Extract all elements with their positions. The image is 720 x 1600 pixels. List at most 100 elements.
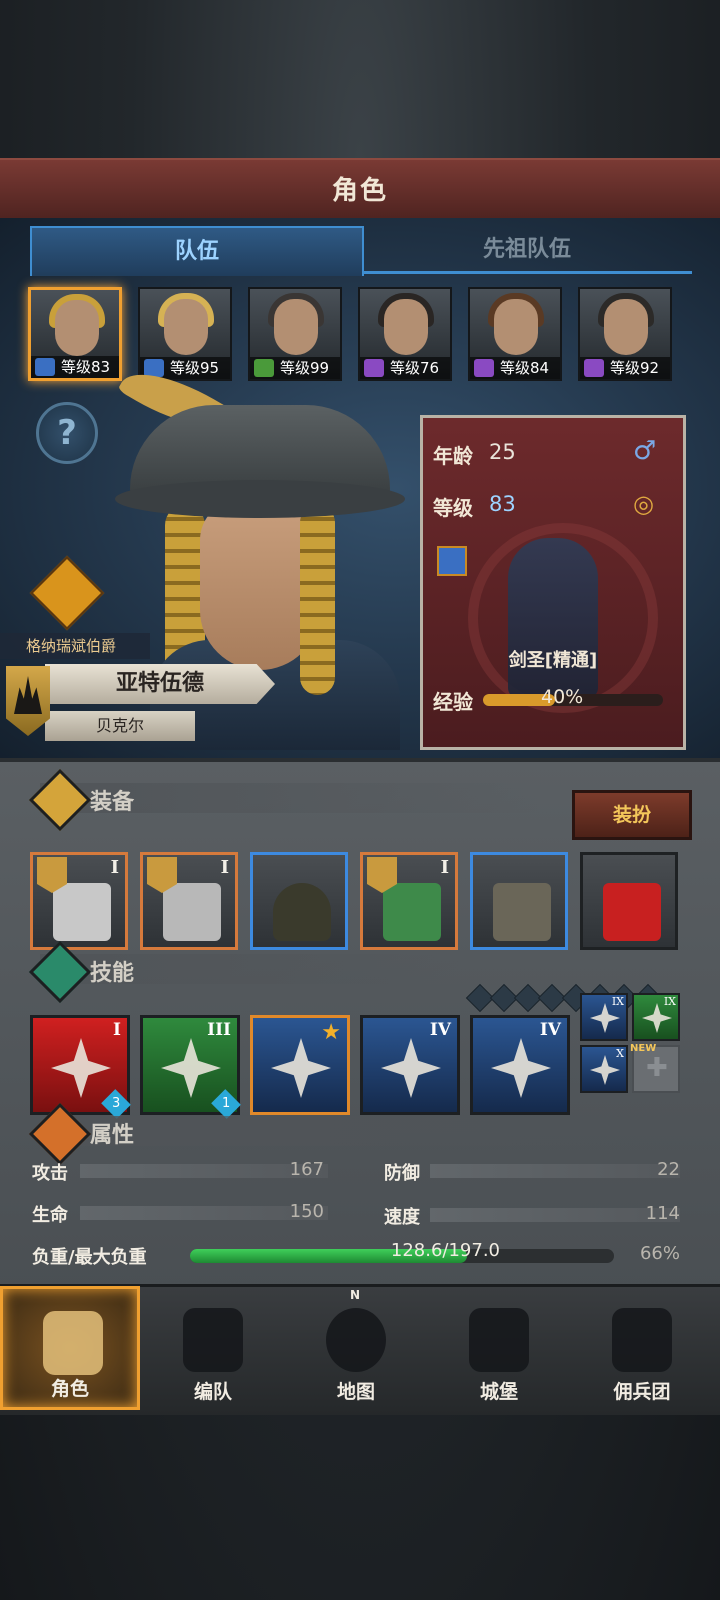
stats-card: 年龄 25 ♂ 等级 83 ◎ 剑圣[精通] 经验 40% bbox=[420, 415, 686, 750]
party-portrait[interactable]: 等级92 bbox=[578, 287, 672, 381]
mini-skill-tier: X bbox=[616, 1047, 624, 1060]
equip-slot-knot-accessory[interactable] bbox=[580, 852, 678, 950]
skill-icon bbox=[161, 1038, 221, 1098]
ring-icon[interactable]: ◎ bbox=[633, 490, 654, 518]
nav-label: 地图 bbox=[336, 1381, 375, 1403]
equip-slot-armor[interactable]: I bbox=[360, 852, 458, 950]
portrait-face bbox=[55, 300, 99, 356]
defense-label: 防御 bbox=[384, 1163, 420, 1184]
attack-value: 167 bbox=[289, 1159, 324, 1180]
skill-slot[interactable]: I3 bbox=[30, 1015, 131, 1119]
tab-team[interactable]: 队伍 bbox=[30, 226, 364, 276]
equip-slot-axe-weapon-2[interactable]: I bbox=[140, 852, 238, 950]
exp-label: 经验 bbox=[433, 690, 473, 714]
nav-label: 城堡 bbox=[479, 1381, 518, 1403]
empty-skill-slot[interactable]: ✚ NEW bbox=[630, 1043, 680, 1093]
nav-formation[interactable]: 编队 bbox=[143, 1286, 283, 1410]
portrait-face bbox=[604, 299, 648, 355]
skill-tier: III bbox=[207, 1020, 231, 1040]
speed-value: 114 bbox=[645, 1203, 680, 1224]
age-label: 年龄 bbox=[433, 444, 473, 468]
character-braid-right bbox=[300, 505, 335, 695]
skill-tier: IV bbox=[539, 1020, 561, 1040]
dress-up-button[interactable]: 装扮 bbox=[572, 790, 692, 840]
staff-class-icon bbox=[474, 359, 494, 377]
mini-skill-slot[interactable]: X bbox=[580, 1045, 628, 1093]
portrait-face bbox=[494, 299, 538, 355]
party-portrait[interactable]: 等级99 bbox=[248, 287, 342, 381]
mini-skill-slot[interactable]: IX bbox=[580, 993, 628, 1041]
class-figure bbox=[508, 538, 598, 698]
skill-icon bbox=[491, 1038, 551, 1098]
star-icon: ★ bbox=[321, 1020, 341, 1045]
skill-icon bbox=[271, 1038, 331, 1098]
skill-count-badge: 1 bbox=[211, 1089, 241, 1119]
party-portrait[interactable]: 等级95 bbox=[138, 287, 232, 381]
attack-label: 攻击 bbox=[32, 1163, 68, 1184]
mini-skill-slot[interactable]: IX bbox=[632, 993, 680, 1041]
nav-character[interactable]: 角色 bbox=[0, 1286, 140, 1410]
new-badge: NEW bbox=[630, 1043, 657, 1054]
nav-castle[interactable]: 城堡 bbox=[429, 1286, 569, 1410]
class-icon bbox=[437, 546, 467, 576]
equip-tier: I bbox=[220, 857, 229, 878]
nav-label: 编队 bbox=[193, 1381, 232, 1403]
help-icon[interactable]: ? bbox=[36, 402, 98, 464]
defense-value: 22 bbox=[657, 1159, 680, 1180]
castle-icon bbox=[469, 1308, 529, 1372]
skill-slot[interactable]: IV bbox=[470, 1015, 570, 1115]
load-value: 128.6/197.0 bbox=[390, 1240, 500, 1261]
age-value: 25 bbox=[489, 440, 516, 464]
nav-label: 角色 bbox=[50, 1378, 89, 1400]
nav-label: 佣兵团 bbox=[613, 1381, 671, 1403]
equip-tier: I bbox=[440, 857, 449, 878]
skill-count-badge: 3 bbox=[101, 1089, 131, 1119]
male-icon: ♂ bbox=[633, 436, 657, 466]
party-portrait[interactable]: 等级76 bbox=[358, 287, 452, 381]
green-blade-class-icon bbox=[254, 359, 274, 377]
axe-weapon-2-icon bbox=[163, 883, 221, 941]
knight-icon bbox=[43, 1311, 103, 1375]
boots-icon bbox=[493, 883, 551, 941]
portrait-face bbox=[384, 299, 428, 355]
skill-tier: I bbox=[113, 1020, 121, 1040]
party-portrait[interactable]: 等级84 bbox=[468, 287, 562, 381]
equip-slot-hood[interactable] bbox=[250, 852, 348, 950]
staff-class-icon bbox=[584, 359, 604, 377]
load-label: 负重/最大负重 bbox=[32, 1247, 147, 1268]
armor-icon bbox=[383, 883, 441, 941]
page-title: 角色 bbox=[331, 176, 388, 206]
skill-count: 3 bbox=[111, 1096, 121, 1111]
class-name: 剑圣[精通] bbox=[508, 650, 598, 671]
portrait-face bbox=[274, 299, 318, 355]
party-portrait[interactable]: 等级83 bbox=[28, 287, 122, 381]
sword-class-icon bbox=[35, 358, 55, 376]
speed-label: 速度 bbox=[384, 1207, 420, 1228]
empty-slot-cross-icon: ✚ bbox=[646, 1053, 668, 1083]
nav-map[interactable]: 地图 bbox=[286, 1286, 426, 1410]
character-name[interactable]: 亚特伍德 bbox=[45, 664, 275, 704]
skill-slot[interactable]: IV bbox=[360, 1015, 460, 1115]
helmet-icon bbox=[183, 1308, 243, 1372]
compass-north-label: N bbox=[350, 1288, 361, 1302]
hp-value: 150 bbox=[289, 1201, 324, 1222]
tab-ancestor-team[interactable]: 先祖队伍 bbox=[362, 226, 692, 274]
mini-skill-tier: IX bbox=[611, 995, 624, 1008]
skill-icon bbox=[381, 1038, 441, 1098]
attributes-label: 属性 bbox=[90, 1123, 135, 1148]
noble-title: 格纳瑞斌伯爵 bbox=[0, 633, 150, 659]
equip-slot-axe-weapon-1[interactable]: I bbox=[30, 852, 128, 950]
exp-percent: 40% bbox=[541, 686, 584, 708]
skill-slot[interactable]: ★ bbox=[250, 1015, 350, 1115]
house-name: 贝克尔 bbox=[45, 711, 195, 741]
staff-class-icon bbox=[364, 359, 384, 377]
level-label: 等级 bbox=[433, 496, 473, 520]
mini-skill-tier: IX bbox=[663, 995, 676, 1008]
equip-tier: I bbox=[110, 857, 119, 878]
skill-slot[interactable]: III 1 bbox=[140, 1015, 241, 1119]
nav-mercenary[interactable]: 佣兵团 bbox=[572, 1286, 712, 1410]
equip-slot-boots[interactable] bbox=[470, 852, 568, 950]
load-percent: 66% bbox=[639, 1243, 680, 1264]
equipment-label: 装备 bbox=[90, 790, 135, 815]
compass-icon bbox=[326, 1308, 386, 1372]
